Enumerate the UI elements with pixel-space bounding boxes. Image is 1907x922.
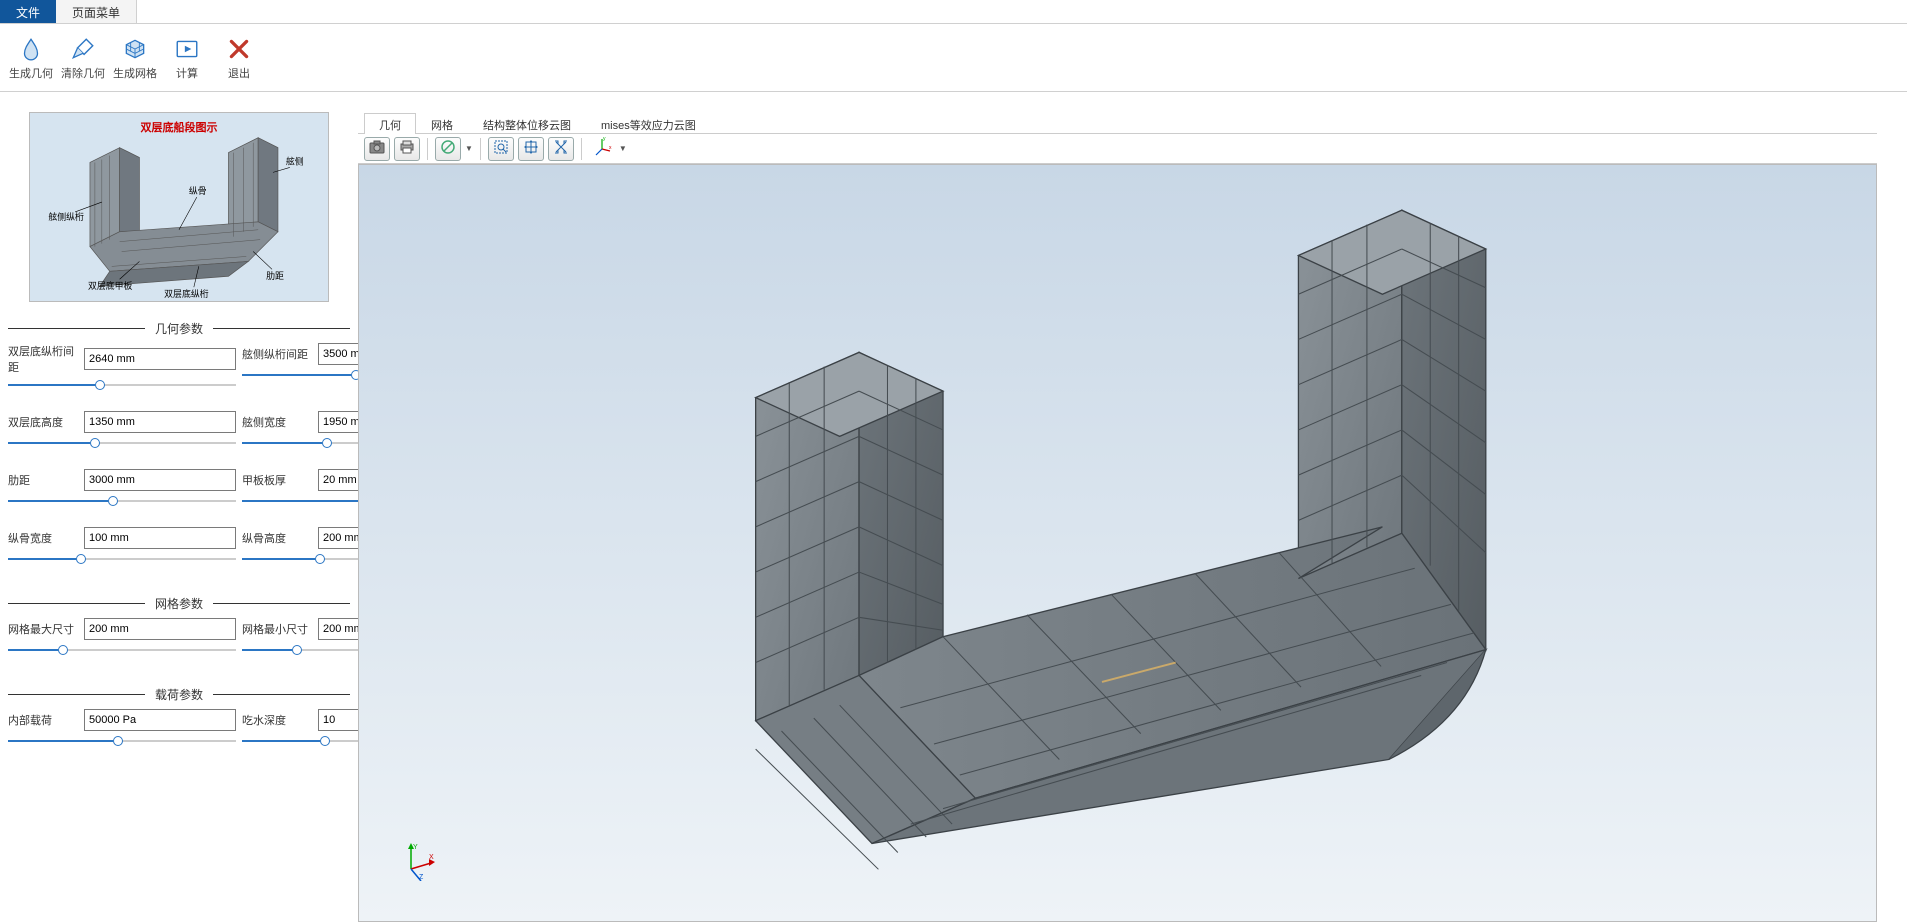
label-internal-load: 内部载荷 xyxy=(8,712,80,728)
cube-mesh-icon xyxy=(121,35,149,63)
gen-mesh-label: 生成网格 xyxy=(113,65,157,81)
dropdown-caret-icon[interactable]: ▼ xyxy=(465,144,473,153)
move-arrows-icon xyxy=(523,139,539,158)
cross-arrows-icon xyxy=(553,139,569,158)
zoom-fit-button[interactable] xyxy=(488,137,514,161)
axis-icon: yx xyxy=(592,137,612,160)
label-side-girder-spacing: 舷侧纵桁间距 xyxy=(242,346,314,362)
ribbon-toolbar: 生成几何 清除几何 生成网格 计算 退出 xyxy=(0,24,1907,92)
close-x-icon xyxy=(225,35,253,63)
printer-icon xyxy=(399,140,415,157)
view-toolbar: ▼ yx ▼ xyxy=(358,134,1877,164)
gen-mesh-button[interactable]: 生成网格 xyxy=(112,28,158,87)
slider-db-height[interactable] xyxy=(8,437,236,449)
svg-text:Z: Z xyxy=(419,874,424,881)
pan-button[interactable] xyxy=(518,137,544,161)
label-draft: 吃水深度 xyxy=(242,712,314,728)
view-tabs: 几何 网格 结构整体位移云图 mises等效应力云图 xyxy=(358,112,1877,134)
svg-text:x: x xyxy=(609,145,612,151)
tab-displacement[interactable]: 结构整体位移云图 xyxy=(468,113,586,134)
menu-bar: 文件 页面菜单 xyxy=(0,0,1907,24)
compute-label: 计算 xyxy=(176,65,198,81)
label-mesh-max: 网格最大尺寸 xyxy=(8,621,80,637)
play-frame-icon xyxy=(173,35,201,63)
slider-frame-spacing[interactable] xyxy=(8,495,236,507)
input-frame-spacing[interactable] xyxy=(84,469,236,491)
axis-gizmo: Y X Z xyxy=(399,841,439,881)
menu-page[interactable]: 页面菜单 xyxy=(56,0,137,23)
camera-icon xyxy=(369,140,385,157)
section-load: 载荷参数 xyxy=(8,686,350,703)
label-deck-thick: 甲板板厚 xyxy=(242,472,314,488)
section-mesh: 网格参数 xyxy=(8,595,350,612)
diagram-label-stiffener: 纵骨 xyxy=(189,186,207,196)
diagram-label-db-deck: 双层底甲板 xyxy=(88,280,133,291)
slider-db-girder-spacing[interactable] xyxy=(8,379,236,391)
slider-internal-load[interactable] xyxy=(8,735,236,747)
screenshot-button[interactable] xyxy=(364,137,390,161)
gen-geometry-label: 生成几何 xyxy=(9,65,53,81)
label-db-girder-spacing: 双层底纵桁间距 xyxy=(8,343,80,375)
exit-label: 退出 xyxy=(228,65,250,81)
input-db-height[interactable] xyxy=(84,411,236,433)
exit-button[interactable]: 退出 xyxy=(216,28,262,87)
section-geometry: 几何参数 xyxy=(8,320,350,337)
drop-shape-icon xyxy=(17,35,45,63)
parameter-panel: 双层底船段图示 xyxy=(0,112,358,922)
diagram-label-frame-spacing: 肋距 xyxy=(266,271,284,281)
reference-diagram: 双层底船段图示 xyxy=(29,112,329,302)
zoom-box-icon xyxy=(493,139,509,158)
diagram-label-side-girder: 舷侧纵桁 xyxy=(48,211,84,222)
no-entry-icon xyxy=(440,139,456,158)
clear-geometry-button[interactable]: 清除几何 xyxy=(60,28,106,87)
input-mesh-max[interactable] xyxy=(84,618,236,640)
tab-geometry[interactable]: 几何 xyxy=(364,113,416,134)
slider-stiff-width[interactable] xyxy=(8,553,236,565)
diagram-label-side: 舷侧 xyxy=(286,155,304,166)
hull-model xyxy=(359,165,1876,921)
dropdown-caret-icon[interactable]: ▼ xyxy=(619,144,627,153)
axis-toggle-button[interactable]: yx xyxy=(589,137,615,161)
cancel-button[interactable] xyxy=(435,137,461,161)
broom-icon xyxy=(69,35,97,63)
clear-geometry-label: 清除几何 xyxy=(61,65,105,81)
input-db-girder-spacing[interactable] xyxy=(84,348,236,370)
print-button[interactable] xyxy=(394,137,420,161)
tab-mesh[interactable]: 网格 xyxy=(416,113,468,134)
tab-mises[interactable]: mises等效应力云图 xyxy=(586,113,711,134)
label-side-width: 舷侧宽度 xyxy=(242,414,314,430)
diagram-label-db-girder: 双层底纵桁 xyxy=(164,288,209,299)
diagram-title: 双层底船段图示 xyxy=(141,119,218,135)
input-internal-load[interactable] xyxy=(84,709,236,731)
label-frame-spacing: 肋距 xyxy=(8,472,80,488)
compute-button[interactable]: 计算 xyxy=(164,28,210,87)
input-stiff-width[interactable] xyxy=(84,527,236,549)
gen-geometry-button[interactable]: 生成几何 xyxy=(8,28,54,87)
label-stiff-height: 纵骨高度 xyxy=(242,530,314,546)
label-mesh-min: 网格最小尺寸 xyxy=(242,621,314,637)
3d-viewport[interactable]: Y X Z xyxy=(358,164,1877,922)
svg-text:y: y xyxy=(603,137,606,142)
menu-file[interactable]: 文件 xyxy=(0,0,56,23)
viewport-panel: 几何 网格 结构整体位移云图 mises等效应力云图 ▼ yx ▼ xyxy=(358,112,1907,922)
svg-text:Y: Y xyxy=(413,844,418,851)
slider-mesh-max[interactable] xyxy=(8,644,236,656)
label-db-height: 双层底高度 xyxy=(8,414,80,430)
label-stiff-width: 纵骨宽度 xyxy=(8,530,80,546)
rotate-button[interactable] xyxy=(548,137,574,161)
svg-text:X: X xyxy=(429,854,434,861)
